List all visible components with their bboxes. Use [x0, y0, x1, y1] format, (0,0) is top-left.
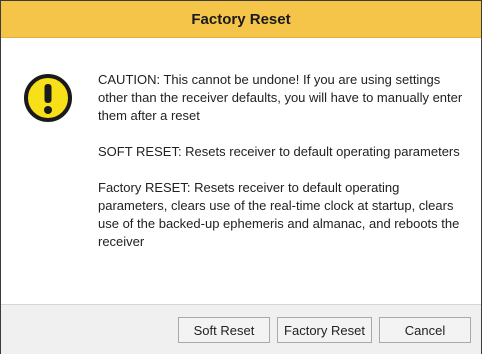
- exclamation-warning-icon: [24, 74, 72, 122]
- factory-reset-button[interactable]: Factory Reset: [277, 317, 372, 343]
- dialog-title: Factory Reset: [191, 10, 291, 28]
- soft-reset-description: SOFT RESET: Resets receiver to default o…: [98, 144, 460, 159]
- dialog-title-bar: Factory Reset: [1, 1, 481, 38]
- caution-message: CAUTION: This cannot be undone! If you a…: [98, 72, 463, 123]
- soft-reset-button[interactable]: Soft Reset: [178, 317, 270, 343]
- dialog-footer: Soft Reset Factory Reset Cancel: [1, 304, 481, 354]
- factory-reset-description: Factory RESET: Resets receiver to defaul…: [98, 180, 460, 249]
- cancel-button[interactable]: Cancel: [379, 317, 471, 343]
- factory-reset-dialog: Factory Reset CAUTION: This cannot be un…: [0, 0, 482, 354]
- dialog-messages: CAUTION: This cannot be undone! If you a…: [98, 71, 464, 269]
- dialog-body: CAUTION: This cannot be undone! If you a…: [1, 38, 481, 304]
